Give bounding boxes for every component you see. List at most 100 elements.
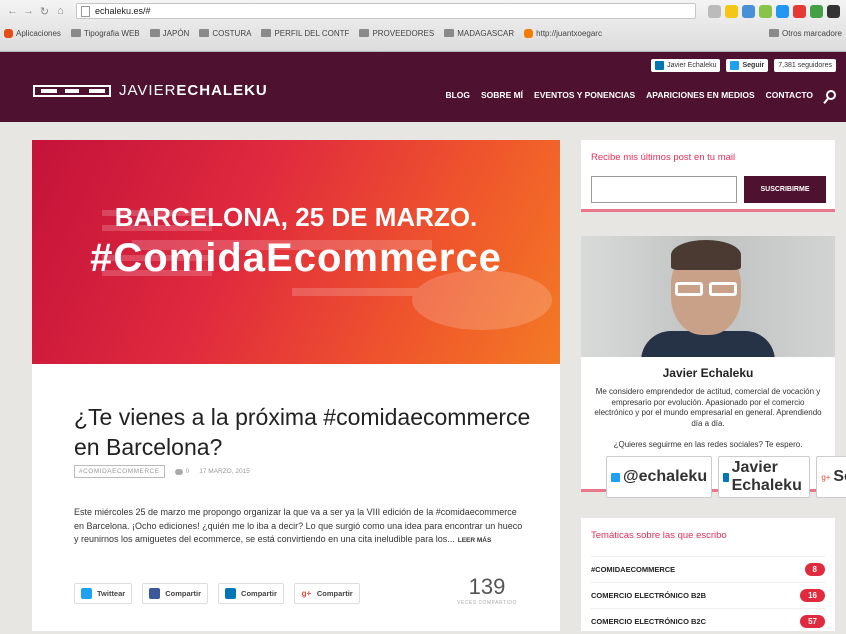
twitter-icon bbox=[611, 472, 620, 482]
extension-icon[interactable] bbox=[810, 4, 823, 18]
hero-image[interactable]: BARCELONA, 25 DE MARZO. #ComidaEcommerce bbox=[32, 140, 560, 364]
twitter-count: 7,381 seguidores bbox=[774, 59, 836, 72]
linkedin-profile-button[interactable]: Javier Echaleku bbox=[718, 456, 811, 498]
folder-icon bbox=[70, 29, 81, 37]
post-title[interactable]: ¿Te vienes a la próxima #comidaecommerce… bbox=[74, 402, 544, 462]
logo-mark-icon bbox=[33, 84, 111, 97]
twitter-share-button[interactable]: Twittear bbox=[74, 583, 133, 604]
address-bar[interactable]: echaleku.es/# bbox=[76, 3, 696, 19]
folder-icon bbox=[359, 29, 370, 37]
nav-blog[interactable]: BLOG bbox=[445, 90, 470, 100]
url-text: echaleku.es/# bbox=[95, 6, 151, 16]
topic-row[interactable]: COMERCIO ELECTRÓNICO B2B 16 bbox=[591, 582, 825, 608]
folder-icon bbox=[768, 29, 779, 37]
twitter-icon bbox=[730, 61, 740, 70]
brand-last: ECHALEKU bbox=[176, 82, 268, 99]
post-meta: #COMIDAECOMMERCE 0 17 MARZO, 2015 bbox=[74, 465, 250, 478]
folder-icon bbox=[199, 29, 210, 37]
page-icon bbox=[81, 5, 90, 17]
read-more-link[interactable]: LEER MÁS bbox=[458, 537, 492, 544]
hero-subtitle: BARCELONA, 25 DE MARZO. bbox=[114, 202, 478, 232]
gplus-icon: g+ bbox=[821, 472, 831, 482]
author-name: Javier Echaleku bbox=[662, 366, 754, 380]
author-bio: Me considero emprendedor de actitud, com… bbox=[594, 387, 822, 428]
nav-events[interactable]: EVENTOS Y PONENCIAS bbox=[534, 90, 635, 100]
other-bookmarks[interactable]: Otros marcadore bbox=[768, 29, 842, 38]
linkedin-icon bbox=[225, 588, 237, 599]
subscribe-button[interactable]: SUSCRIBIRME bbox=[744, 176, 826, 203]
topic-count-badge: 8 bbox=[804, 563, 825, 576]
share-buttons: Twittear Compartir Compartir g+ Compartir bbox=[74, 583, 360, 604]
comment-icon bbox=[174, 468, 183, 475]
topics-heading: Temáticas sobre las que escribo bbox=[591, 530, 727, 541]
site-logo[interactable]: JAVIERECHALEKU bbox=[33, 82, 268, 99]
extensions bbox=[708, 4, 840, 18]
star-icon[interactable] bbox=[725, 4, 738, 18]
reload-icon[interactable]: ↻ bbox=[38, 5, 51, 18]
home-icon[interactable]: ⌂ bbox=[54, 5, 67, 17]
header-social: Javier Echaleku Seguir 7,381 seguidores bbox=[651, 59, 836, 72]
linkedin-icon bbox=[723, 472, 729, 482]
facebook-icon bbox=[149, 588, 161, 599]
comment-count[interactable]: 0 bbox=[174, 468, 189, 475]
post-card: ¿Te vienes a la próxima #comidaecommerce… bbox=[32, 364, 560, 631]
author-photo bbox=[581, 236, 835, 357]
back-icon[interactable]: ← bbox=[6, 5, 19, 17]
folder-icon bbox=[261, 29, 272, 37]
subscribe-widget: Recibe mis últimos post en tu mail SUSCR… bbox=[581, 140, 835, 212]
bookmarks-bar: Aplicaciones Tipografia WEB JAPÓN COSTUR… bbox=[0, 22, 846, 44]
bookmark-folder[interactable]: MADAGASCAR bbox=[444, 29, 514, 38]
extension-icon[interactable] bbox=[759, 4, 772, 18]
bookmark-folder[interactable]: COSTURA bbox=[199, 29, 251, 38]
topic-row[interactable]: #COMIDAECOMMERCE 8 bbox=[591, 556, 825, 582]
subscribe-heading: Recibe mis últimos post en tu mail bbox=[591, 152, 736, 163]
facebook-share-button[interactable]: Compartir bbox=[142, 583, 209, 604]
extension-icon[interactable] bbox=[708, 4, 721, 18]
extension-icon[interactable] bbox=[793, 4, 806, 18]
bookmark-folder[interactable]: Tipografia WEB bbox=[70, 29, 140, 38]
linkedin-share-button[interactable]: Compartir bbox=[218, 583, 284, 604]
share-counter: 139 VECES COMPARTIDO bbox=[452, 574, 522, 606]
author-widget: Javier Echaleku Me considero emprendedor… bbox=[581, 236, 846, 498]
chrome-menu-icon[interactable] bbox=[827, 4, 840, 18]
extension-icon[interactable] bbox=[776, 4, 789, 18]
hero-title: #ComidaEcommerce bbox=[90, 236, 502, 280]
post-excerpt: Este miércoles 25 de marzo me propongo o… bbox=[74, 507, 523, 544]
apps-icon bbox=[4, 28, 13, 38]
blogger-icon bbox=[524, 28, 534, 38]
browser-toolbar: ← → ↻ ⌂ echaleku.es/# bbox=[0, 0, 846, 22]
topics-widget: Temáticas sobre las que escribo #COMIDAE… bbox=[581, 518, 835, 631]
site-header: Javier Echaleku Seguir 7,381 seguidores … bbox=[0, 52, 846, 122]
nav-contact[interactable]: CONTACTO bbox=[766, 90, 813, 100]
brand-first: JAVIER bbox=[119, 82, 177, 99]
gplus-share-button[interactable]: g+ Compartir bbox=[293, 583, 360, 604]
email-field[interactable] bbox=[591, 176, 737, 203]
author-social: @echaleku Javier Echaleku g+Seguir bbox=[606, 456, 846, 498]
nav-about[interactable]: SOBRE MÍ bbox=[481, 90, 523, 100]
topic-row[interactable]: COMERCIO ELECTRÓNICO B2C 57 bbox=[591, 608, 825, 634]
bookmark-apps[interactable]: Aplicaciones bbox=[4, 28, 61, 38]
bookmark-folder[interactable]: PROVEEDORES bbox=[359, 29, 434, 38]
twitter-profile-button[interactable]: @echaleku bbox=[606, 456, 713, 498]
post-tag[interactable]: #COMIDAECOMMERCE bbox=[74, 465, 165, 478]
linkedin-icon bbox=[655, 61, 665, 70]
nav-media[interactable]: APARICIONES EN MEDIOS bbox=[646, 90, 754, 100]
bookmark-folder[interactable]: JAPÓN bbox=[149, 29, 189, 38]
extension-icon[interactable] bbox=[742, 4, 755, 18]
twitter-icon bbox=[81, 588, 92, 599]
twitter-follow-button[interactable]: Seguir bbox=[726, 59, 769, 72]
forward-icon[interactable]: → bbox=[22, 5, 35, 17]
folder-icon bbox=[149, 29, 160, 37]
search-icon[interactable] bbox=[826, 90, 836, 100]
gplus-follow-button[interactable]: g+Seguir bbox=[816, 456, 846, 498]
gplus-icon: g+ bbox=[301, 589, 312, 598]
bookmark-folder[interactable]: PERFIL DEL CONTF bbox=[261, 29, 349, 38]
bookmark-link[interactable]: http://juantxoegarc bbox=[524, 28, 602, 38]
browser-chrome: ← → ↻ ⌂ echaleku.es/# Aplicaciones Tipog… bbox=[0, 0, 846, 52]
topic-count-badge: 57 bbox=[800, 615, 825, 628]
topic-count-badge: 16 bbox=[800, 589, 825, 602]
linkedin-button[interactable]: Javier Echaleku bbox=[651, 59, 721, 72]
main-nav: BLOG SOBRE MÍ EVENTOS Y PONENCIAS APARIC… bbox=[445, 90, 836, 100]
social-prompt: ¿Quieres seguirme en las redes sociales?… bbox=[613, 440, 803, 449]
share-count-label: VECES COMPARTIDO bbox=[457, 600, 517, 606]
